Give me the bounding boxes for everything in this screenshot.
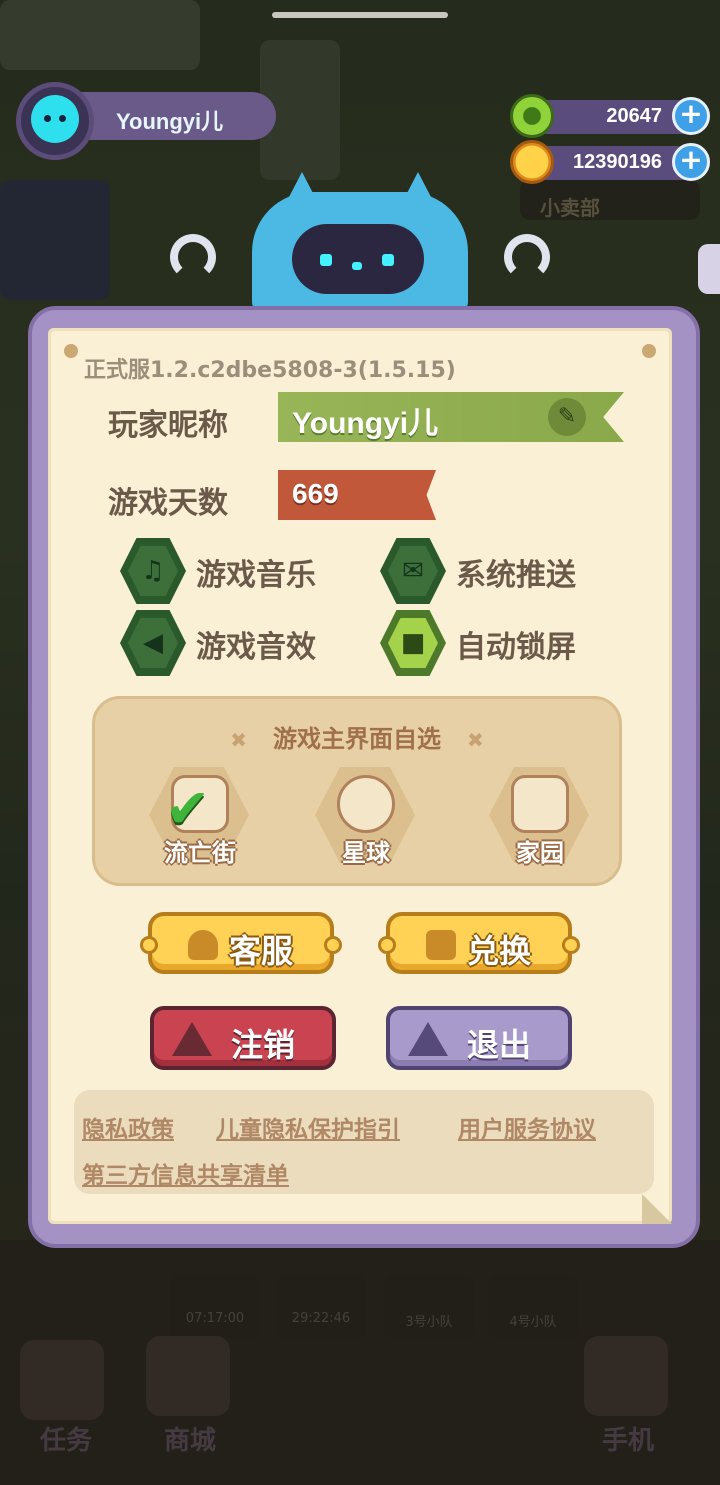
avatar[interactable] xyxy=(16,82,94,160)
logout-button[interactable]: 退出 xyxy=(386,1006,572,1070)
home-option-planet[interactable]: 星球 xyxy=(311,761,421,871)
privacy-policy-link[interactable]: 隐私政策 xyxy=(82,1110,174,1144)
add-currency-button[interactable]: + xyxy=(672,97,710,135)
days-badge: 669 xyxy=(278,470,436,520)
nickname-field[interactable]: Youngyi儿 ✎ xyxy=(278,392,624,442)
cancel-account-button[interactable]: 注销 xyxy=(150,1006,336,1070)
home-option-label: 星球 xyxy=(342,839,390,867)
planet-icon xyxy=(337,775,395,833)
profile-badge[interactable]: Youngyi儿 xyxy=(16,82,276,160)
profile-username: Youngyi儿 xyxy=(116,109,224,134)
home-selector-title: ✖ 游戏主界面自选 ✖ xyxy=(230,725,484,753)
days-value: 669 xyxy=(292,478,339,509)
home-option-street[interactable]: ✔ 流亡街 xyxy=(145,761,255,871)
third-party-link[interactable]: 第三方信息共享清单 xyxy=(82,1156,289,1190)
toggle-label: 自动锁屏 xyxy=(456,630,576,665)
customer-service-button[interactable]: 客服 xyxy=(140,912,342,974)
home-selector: ✖ 游戏主界面自选 ✖ ✔ 流亡街 星球 家园 xyxy=(92,696,622,886)
customer-service-label: 客服 xyxy=(228,932,293,970)
add-currency-button[interactable]: + xyxy=(672,143,710,181)
toggle-label: 系统推送 xyxy=(456,558,576,593)
redeem-button[interactable]: 兑换 xyxy=(378,912,580,974)
toggle-label: 游戏音效 xyxy=(196,630,316,665)
checkmark-icon: ✔ xyxy=(165,777,211,840)
currency-value: 20647 xyxy=(606,105,662,127)
robot-face-icon xyxy=(292,224,424,294)
home-selector-title-text: 游戏主界面自选 xyxy=(273,725,441,753)
cat-avatar-icon xyxy=(31,95,79,143)
home-option-label: 家园 xyxy=(516,839,564,867)
currency-value: 12390196 xyxy=(573,151,662,173)
robot-mascot xyxy=(170,172,550,322)
house-icon xyxy=(511,775,569,833)
home-option-label: 流亡街 xyxy=(164,839,236,867)
version-text: 正式服1.2.c2dbe5808-3(1.5.15) xyxy=(84,358,456,383)
days-label: 游戏天数 xyxy=(108,486,228,521)
logout-label: 退出 xyxy=(466,1026,531,1064)
side-tab[interactable] xyxy=(698,244,720,294)
nickname-label: 玩家昵称 xyxy=(108,408,228,443)
user-agreement-link[interactable]: 用户服务协议 xyxy=(458,1110,596,1144)
home-option-home[interactable]: 家园 xyxy=(485,761,595,871)
cancel-account-label: 注销 xyxy=(230,1026,295,1064)
redeem-label: 兑换 xyxy=(466,932,531,970)
toggle-label: 游戏音乐 xyxy=(196,558,316,593)
currency-green: 20647 + xyxy=(510,94,710,138)
status-indicator xyxy=(272,12,448,18)
nickname-value: Youngyi儿 xyxy=(292,407,439,440)
child-privacy-link[interactable]: 儿童隐私保护指引 xyxy=(216,1110,400,1144)
legal-links: 隐私政策 儿童隐私保护指引 用户服务协议 第三方信息共享清单 xyxy=(74,1090,654,1194)
green-ring-icon xyxy=(510,94,554,138)
edit-pen-icon[interactable]: ✎ xyxy=(548,398,586,436)
